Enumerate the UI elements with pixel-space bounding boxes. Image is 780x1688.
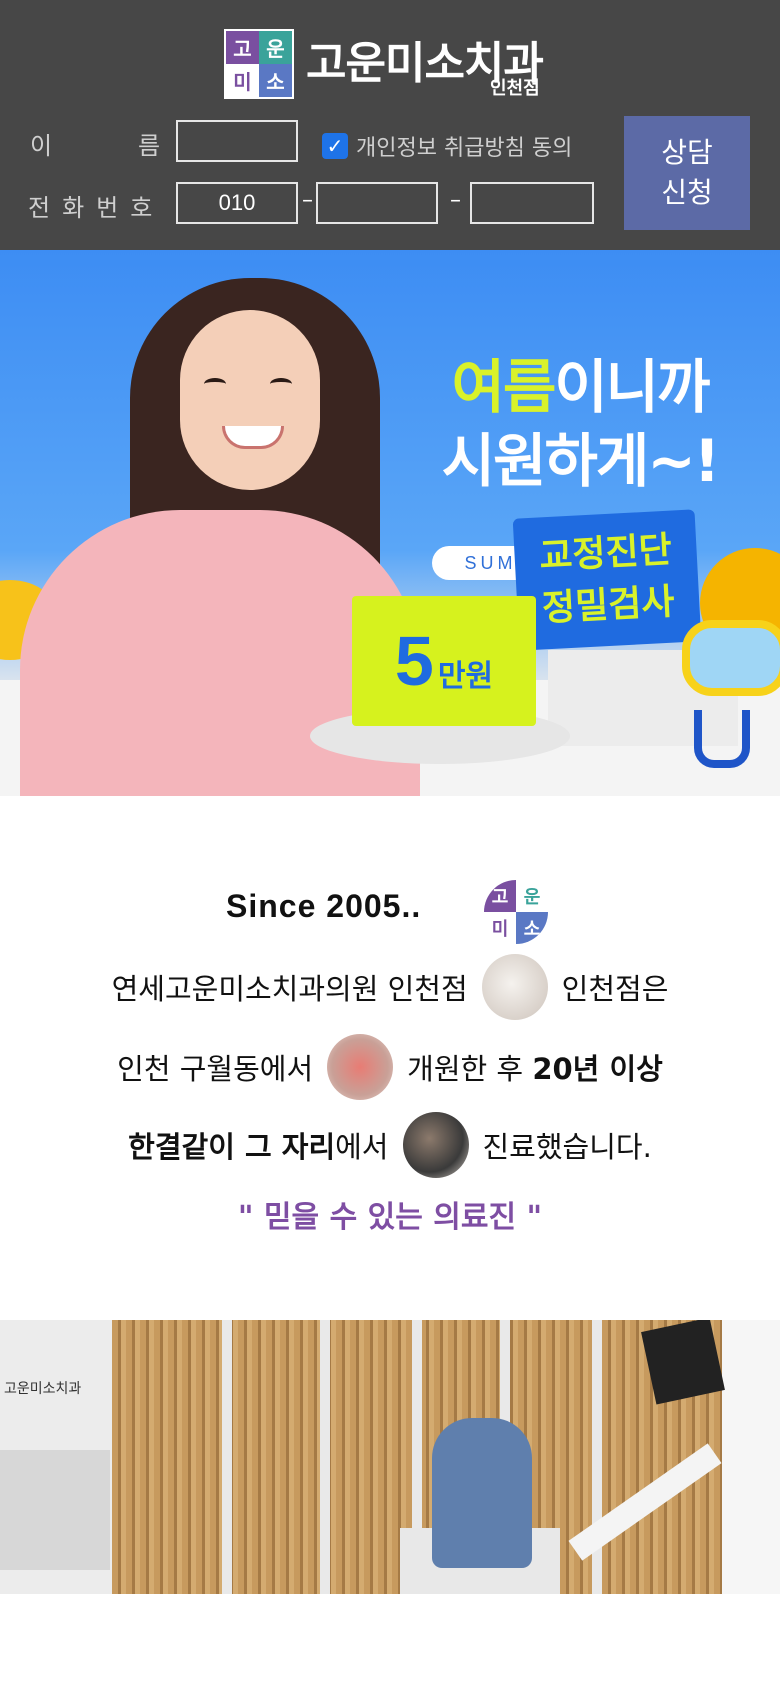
lobby-sign: 고운미소치과 — [4, 1381, 82, 1397]
price-box: 5 만원 — [352, 596, 536, 726]
name-input[interactable] — [176, 120, 298, 162]
phone-last-input[interactable] — [470, 182, 594, 224]
consult-submit-button[interactable]: 상담 신청 — [624, 116, 750, 230]
swim-goggle-icon — [682, 620, 780, 696]
wall-pillar — [222, 1320, 232, 1594]
dental-chair — [432, 1418, 532, 1568]
intro-line-3: 한결같이 그 자리 에서 진료했습니다. — [0, 1112, 780, 1178]
phone-dash: – — [302, 188, 313, 213]
logo-mark-icon: 고 운 미 소 — [224, 29, 294, 99]
reception-desk — [0, 1450, 110, 1570]
banner-headline: 여름이니까 시원하게~! — [441, 353, 721, 495]
wall-pillar — [320, 1320, 330, 1594]
logo-branch: 인천점 — [490, 78, 540, 99]
name-label-b: 름 — [138, 132, 171, 160]
trust-quote: " 믿을 수 있는 의료진 " — [237, 1200, 543, 1235]
phone-dash: – — [450, 188, 461, 213]
clinic-interior-photo: 고운미소치과 — [0, 1320, 780, 1594]
lobby-area: 고운미소치과 — [0, 1320, 112, 1594]
right-wall — [722, 1320, 780, 1594]
model-eye — [270, 378, 292, 390]
privacy-agree-label: 개인정보 취급방침 동의 — [356, 136, 573, 161]
monitor — [641, 1320, 725, 1405]
snorkel-icon — [694, 710, 750, 768]
clinic-intro: Since 2005.. 고 운 미 소 연세고운미소치과의원 인천점 인천점은… — [0, 796, 780, 1320]
model-eye — [204, 378, 226, 390]
consultation-header: 고 운 미 소 고운미소치과 인천점 이 름 ✓ 개인정보 취급방침 동의 전화… — [0, 0, 780, 250]
phone-label: 전화번호 — [28, 194, 165, 222]
consultation-photo-icon — [481, 954, 548, 1020]
mini-logo-icon: 고 운 미 소 — [484, 880, 548, 944]
intro-line-1: 연세고운미소치과의원 인천점 인천점은 — [0, 954, 780, 1020]
checkbox-checked-icon[interactable]: ✓ — [322, 133, 348, 159]
name-label-a: 이 — [30, 132, 63, 160]
treatment-photo-icon — [402, 1112, 469, 1178]
wall-pillar — [592, 1320, 602, 1594]
dental-model-photo-icon — [327, 1034, 394, 1100]
phone-prefix-input[interactable] — [176, 182, 298, 224]
model-face — [180, 310, 320, 490]
since-text: Since 2005.. — [226, 888, 422, 924]
diagnosis-box: 교정진단 정밀검사 — [512, 509, 702, 651]
phone-middle-input[interactable] — [316, 182, 438, 224]
privacy-agree[interactable]: ✓ 개인정보 취급방침 동의 — [322, 130, 572, 162]
intro-line-2: 인천 구월동에서 개원한 후 20년 이상 — [0, 1034, 780, 1100]
